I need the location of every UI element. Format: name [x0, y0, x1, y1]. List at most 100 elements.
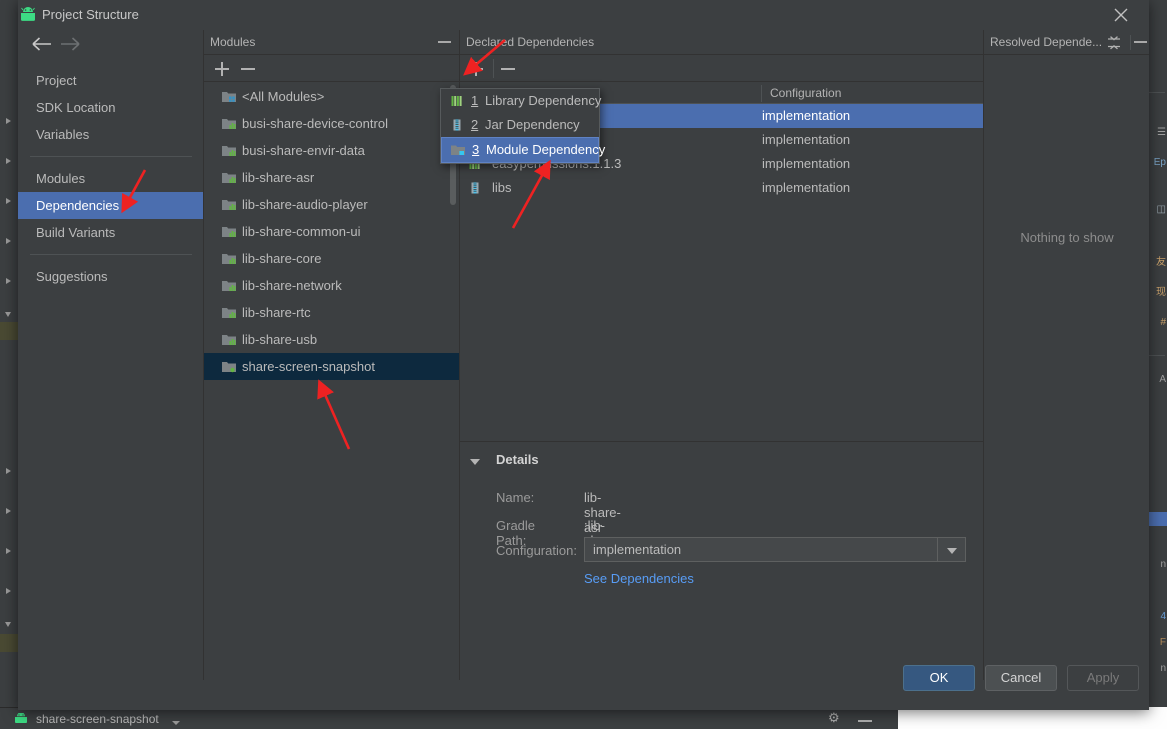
status-bar-module[interactable]: share-screen-snapshot — [36, 712, 159, 726]
details-section: Details Name: lib-share-asr Gradle Path:… — [460, 441, 983, 680]
module-item-label: lib-share-rtc — [242, 305, 311, 320]
module-item-all-modules[interactable]: <All Modules> — [204, 83, 459, 110]
dependency-configuration: implementation — [762, 180, 851, 195]
triangle-down-icon[interactable] — [470, 459, 480, 465]
sidebar-item-suggestions[interactable]: Suggestions — [18, 263, 204, 290]
module-icon — [222, 335, 236, 345]
module-item-label: share-screen-snapshot — [242, 359, 375, 374]
sidebar-item-project[interactable]: Project — [18, 67, 204, 94]
module-item-lib-share-core[interactable]: lib-share-core — [204, 245, 459, 272]
sidebar-item-modules[interactable]: Modules — [18, 165, 204, 192]
module-item-busi-share-envir-data[interactable]: busi-share-envir-data — [204, 137, 459, 164]
sidebar-item-label: Variables — [36, 127, 90, 142]
module-icon — [222, 281, 236, 291]
chevron-down-icon[interactable] — [937, 538, 965, 561]
menu-item-label: Library Dependency — [485, 93, 602, 108]
remove-dependency-button[interactable] — [498, 59, 518, 79]
dialog-title: Project Structure — [42, 7, 139, 22]
module-item-busi-share-device-control[interactable]: busi-share-device-control — [204, 110, 459, 137]
status-bar-white-area — [898, 707, 1167, 729]
details-name-label: Name: — [496, 490, 535, 505]
jar-icon — [471, 182, 479, 194]
configuration-value: implementation — [593, 542, 682, 557]
menu-item-module-dependency[interactable]: 3 Module Dependency — [441, 137, 605, 163]
android-icon — [21, 7, 35, 21]
module-item-lib-share-network[interactable]: lib-share-network — [204, 272, 459, 299]
column-header-configuration[interactable]: Configuration — [770, 86, 841, 100]
module-icon — [222, 254, 236, 264]
module-icon — [222, 227, 236, 237]
jar-icon — [453, 119, 461, 131]
dependency-configuration: implementation — [762, 132, 851, 147]
module-item-label: busi-share-device-control — [242, 116, 388, 131]
module-item-label: lib-share-common-ui — [242, 224, 361, 239]
modules-panel-header: Modules — [204, 30, 459, 55]
details-title: Details — [496, 452, 539, 467]
module-item-lib-share-common-ui[interactable]: lib-share-common-ui — [204, 218, 459, 245]
dialog-button-bar: OK Cancel Apply — [18, 665, 1149, 710]
arrow-right-icon[interactable] — [60, 36, 82, 54]
minimize-icon[interactable] — [438, 41, 451, 43]
module-item-label: lib-share-core — [242, 251, 322, 266]
collapse-all-icon[interactable] — [1106, 36, 1122, 50]
minimize-icon[interactable] — [858, 720, 872, 722]
navigation-bar — [18, 30, 204, 60]
ok-button[interactable]: OK — [903, 665, 975, 691]
apply-button[interactable]: Apply — [1067, 665, 1139, 691]
modules-panel-title: Modules — [210, 35, 256, 49]
sidebar-item-dependencies[interactable]: Dependencies — [18, 192, 204, 219]
resolved-dependencies-title: Resolved Depende... — [990, 35, 1103, 49]
table-row[interactable]: libs implementation — [460, 176, 983, 200]
module-item-lib-share-asr[interactable]: lib-share-asr — [204, 164, 459, 191]
settings-sidebar: Project SDK Location Variables Modules D… — [18, 60, 204, 710]
resolved-dependencies-panel: Resolved Depende... Nothing to show — [983, 30, 1149, 680]
library-icon — [451, 96, 462, 106]
module-icon — [222, 119, 236, 129]
module-item-label: lib-share-usb — [242, 332, 318, 347]
menu-item-jar-dependency[interactable]: 2 Jar Dependency — [441, 113, 599, 137]
add-module-button[interactable] — [212, 59, 232, 79]
android-icon — [15, 713, 27, 723]
resolved-empty-text: Nothing to show — [1020, 230, 1114, 245]
arrow-left-icon[interactable] — [32, 36, 54, 54]
sidebar-item-variables[interactable]: Variables — [18, 121, 204, 148]
sidebar-item-label: Project — [36, 73, 77, 88]
menu-item-mnemonic: 1 — [471, 93, 479, 108]
module-icon — [222, 146, 236, 156]
menu-item-label: Jar Dependency — [485, 117, 580, 132]
module-dep-icon — [451, 145, 465, 155]
app-module-icon — [222, 362, 236, 373]
sidebar-item-label: Suggestions — [36, 269, 108, 284]
sidebar-item-sdk-location[interactable]: SDK Location — [18, 94, 204, 121]
module-item-lib-share-usb[interactable]: lib-share-usb — [204, 326, 459, 353]
sidebar-item-build-variants[interactable]: Build Variants — [18, 219, 204, 246]
module-item-label: <All Modules> — [242, 89, 325, 104]
configuration-combobox[interactable]: implementation — [584, 537, 966, 562]
dependency-configuration: implementation — [762, 156, 851, 171]
minimize-icon[interactable] — [1134, 41, 1147, 43]
close-icon[interactable] — [1103, 0, 1139, 30]
gear-icon[interactable]: ⚙ — [828, 710, 840, 726]
chevron-down-icon[interactable] — [172, 721, 180, 725]
all-modules-icon — [222, 92, 236, 102]
modules-list: <All Modules> busi-share-device-control — [204, 83, 459, 680]
module-item-lib-share-rtc[interactable]: lib-share-rtc — [204, 299, 459, 326]
modules-panel: Modules <All Modules> busi-share-device-… — [204, 30, 459, 680]
declared-dependencies-toolbar — [460, 55, 983, 82]
sidebar-divider — [30, 254, 192, 255]
module-item-label: busi-share-envir-data — [242, 143, 365, 158]
sidebar-item-label: Modules — [36, 171, 86, 186]
add-dependency-popup-menu: 1 Library Dependency 2 Jar Dependency 3 … — [440, 88, 605, 164]
menu-item-library-dependency[interactable]: 1 Library Dependency — [441, 89, 602, 113]
declared-dependencies-title: Declared Dependencies — [466, 35, 595, 49]
remove-module-button[interactable] — [238, 59, 258, 79]
add-dependency-button[interactable] — [466, 59, 486, 79]
module-item-share-screen-snapshot[interactable]: share-screen-snapshot — [204, 353, 459, 380]
module-item-label: lib-share-audio-player — [242, 197, 368, 212]
menu-item-mnemonic: 2 — [471, 117, 479, 132]
cancel-button[interactable]: Cancel — [985, 665, 1057, 691]
module-item-lib-share-audio-player[interactable]: lib-share-audio-player — [204, 191, 459, 218]
declared-dependencies-header: Declared Dependencies — [460, 30, 983, 55]
see-dependencies-link[interactable]: See Dependencies — [584, 571, 694, 586]
dependency-name: libs — [492, 180, 512, 195]
